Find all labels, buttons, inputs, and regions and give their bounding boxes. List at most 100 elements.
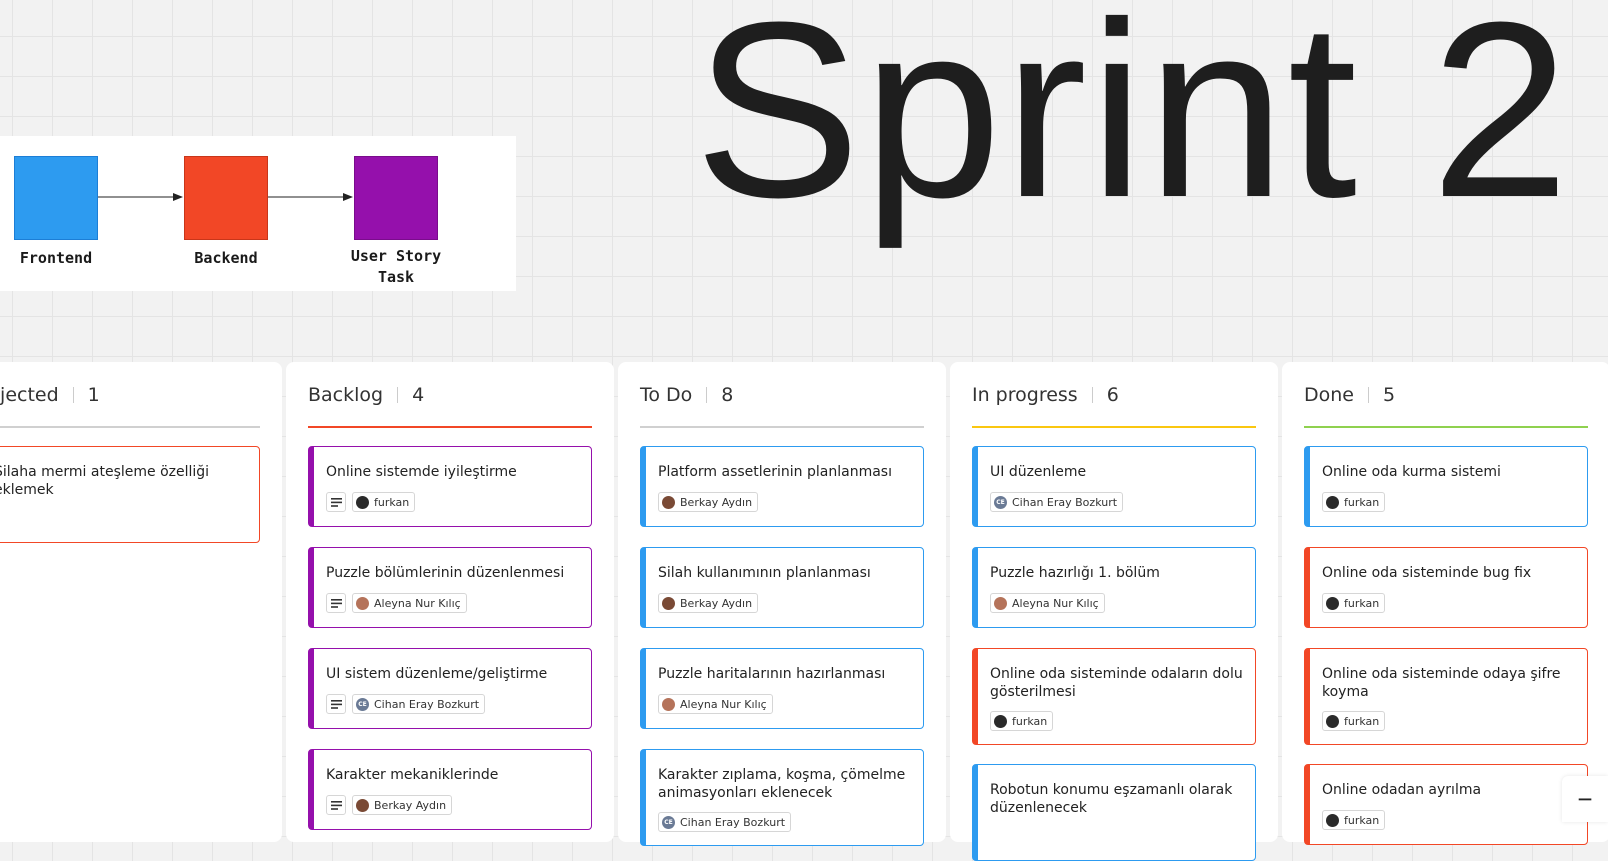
card-meta: furkan (1322, 593, 1386, 613)
assignee-chip[interactable]: Aleyna Nur Kılıç (990, 593, 1105, 613)
card[interactable]: Platform assetlerinin planlanması Berkay … (640, 446, 924, 527)
assignee-name: furkan (374, 495, 410, 509)
assignee-name: Berkay Aydın (374, 798, 447, 812)
card[interactable]: UI sistem düzenleme/geliştirme CE Cihan Er… (308, 648, 592, 729)
column-done[interactable]: Done 5 Online oda kurma sistemi furkan Onlin… (1282, 362, 1608, 845)
avatar (356, 495, 369, 509)
card-title: Puzzle bölümlerinin düzenlenmesi (326, 565, 565, 581)
column-name: To Do (640, 384, 693, 406)
avatar (1326, 714, 1339, 728)
card-title: Online oda sisteminde odaların dolu göst… (990, 666, 1243, 700)
column-header[interactable]: Backlog 4 (308, 382, 592, 428)
assignee-chip[interactable]: Berkay Aydın (658, 492, 759, 512)
column-header[interactable]: In progress 6 (972, 382, 1256, 428)
assignee-chip[interactable]: Aleyna Nur Kılıç (352, 593, 467, 613)
column-to-do[interactable]: To Do 8 Platform assetlerinin planlanması B… (618, 362, 946, 846)
column-name: Done (1304, 384, 1354, 406)
legend-frame[interactable]: Frontend Backend User Story Task (0, 136, 516, 291)
assignee-chip[interactable]: furkan (1322, 593, 1386, 613)
assignee-name: Cihan Eray Bozkurt (680, 815, 786, 829)
column-header[interactable]: To Do 8 (640, 382, 924, 428)
column-header-divider (1091, 387, 1093, 403)
card-meta: Aleyna Nur Kılıç (326, 593, 467, 613)
assignee-chip[interactable]: furkan (1322, 810, 1386, 830)
column-header[interactable]: Done 5 (1304, 382, 1588, 428)
assignee-chip[interactable]: CE Cihan Eray Bozkurt (658, 812, 792, 832)
card-title: Karakter zıplama, koşma, çömelme animasy… (658, 767, 906, 801)
card[interactable]: Puzzle hazırlığı 1. bölüm Aleyna Nur Kılı… (972, 547, 1256, 628)
card[interactable]: Silah kullanımının planlanması Berkay Ayd… (640, 547, 924, 628)
description-icon[interactable] (326, 593, 346, 613)
avatar (1326, 596, 1339, 610)
card[interactable]: Online odadan ayrılma furkan (1304, 764, 1588, 845)
description-icon[interactable] (326, 795, 346, 815)
assignee-chip[interactable]: CE Cihan Eray Bozkurt (990, 492, 1124, 512)
card[interactable]: Silaha mermi ateşleme özelliği eklemek (0, 446, 260, 543)
avatar (662, 495, 675, 509)
assignee-chip[interactable]: furkan (1322, 492, 1386, 512)
avatar (662, 697, 675, 711)
assignee-chip[interactable]: Berkay Aydın (352, 795, 453, 815)
column-header-label: To Do 8 (640, 384, 733, 406)
card-meta: CE Cihan Eray Bozkurt (326, 694, 486, 714)
column-count: 6 (1106, 384, 1119, 406)
card[interactable]: Online sistemde iyileştirme furkan (308, 446, 592, 527)
card-title: Silah kullanımının planlanması (658, 565, 871, 581)
card[interactable]: Puzzle haritalarının hazırlanması Aleyna … (640, 648, 924, 729)
legend-label-user-story-task: User Story Task (350, 247, 442, 286)
column-header-divider (706, 387, 708, 403)
column-count: 8 (721, 384, 734, 406)
column-header-divider (72, 387, 74, 403)
card-meta: furkan (1322, 711, 1386, 731)
assignee-chip[interactable]: CE Cihan Eray Bozkurt (352, 694, 486, 714)
card[interactable]: Online oda sisteminde bug fix furkan (1304, 547, 1588, 628)
card[interactable]: Puzzle bölümlerinin düzenlenmesi Aleyna N… (308, 547, 592, 628)
assignee-name: Berkay Aydın (680, 495, 753, 509)
card[interactable]: Online oda kurma sistemi furkan (1304, 446, 1588, 527)
description-icon[interactable] (326, 694, 346, 714)
assignee-name: furkan (1012, 714, 1048, 728)
legend-swatch-user-story-task[interactable] (354, 156, 438, 240)
avatar (994, 596, 1007, 610)
card-meta: CE Cihan Eray Bozkurt (990, 492, 1124, 512)
card-title: Online oda sisteminde bug fix (1322, 565, 1532, 581)
column-header[interactable]: Rejected 1 (0, 382, 260, 428)
column-count: 5 (1383, 384, 1396, 406)
legend-swatch-frontend[interactable] (14, 156, 98, 240)
board-title[interactable]: Sprint 2 (694, 0, 1572, 250)
zoom-out-button[interactable]: − (1562, 776, 1608, 822)
column-name: Backlog (308, 384, 384, 406)
assignee-chip[interactable]: Aleyna Nur Kılıç (658, 694, 773, 714)
card-title: Online oda sisteminde odaya şifre koyma (1322, 666, 1561, 700)
avatar: CE (356, 697, 369, 711)
legend-label-backend: Backend (194, 249, 258, 267)
description-icon[interactable] (326, 492, 346, 512)
assignee-chip[interactable]: furkan (352, 492, 416, 512)
column-backlog[interactable]: Backlog 4 Online sistemde iyileştirme furka… (286, 362, 614, 842)
card[interactable]: Karakter zıplama, koşma, çömelme animasy… (640, 749, 924, 846)
card-title: Online sistemde iyileştirme (326, 464, 517, 480)
card-meta: Berkay Aydın (658, 593, 759, 613)
legend-swatch-backend[interactable] (184, 156, 268, 240)
avatar (356, 596, 369, 610)
assignee-chip[interactable]: furkan (990, 711, 1054, 731)
column-header-label: Backlog 4 (308, 384, 424, 406)
assignee-name: Aleyna Nur Kılıç (680, 697, 767, 711)
card[interactable]: Robotun konumu eşzamanlı olarak düzenlen… (972, 764, 1256, 861)
card-title: Karakter mekaniklerinde (326, 767, 499, 783)
card-meta: furkan (1322, 810, 1386, 830)
column-in-progress[interactable]: In progress 6 UI düzenleme CE Cihan Eray Boz… (950, 362, 1278, 861)
card[interactable]: Online oda sisteminde odaların dolu göst… (972, 648, 1256, 745)
avatar (1326, 495, 1339, 509)
card[interactable]: Online oda sisteminde odaya şifre koyma f… (1304, 648, 1588, 745)
card-title: UI sistem düzenleme/geliştirme (326, 666, 548, 682)
assignee-chip[interactable]: furkan (1322, 711, 1386, 731)
card[interactable]: UI düzenleme CE Cihan Eray Bozkurt (972, 446, 1256, 527)
card[interactable]: Karakter mekaniklerinde Berkay Aydın (308, 749, 592, 830)
card-meta: Berkay Aydın (658, 492, 759, 512)
column-rejected[interactable]: Rejected 1 Silaha mermi ateşleme özelliği … (0, 362, 282, 842)
avatar: CE (662, 815, 675, 829)
column-header-label: Rejected 1 (0, 384, 100, 406)
card-meta: Aleyna Nur Kılıç (658, 694, 773, 714)
assignee-chip[interactable]: Berkay Aydın (658, 593, 759, 613)
